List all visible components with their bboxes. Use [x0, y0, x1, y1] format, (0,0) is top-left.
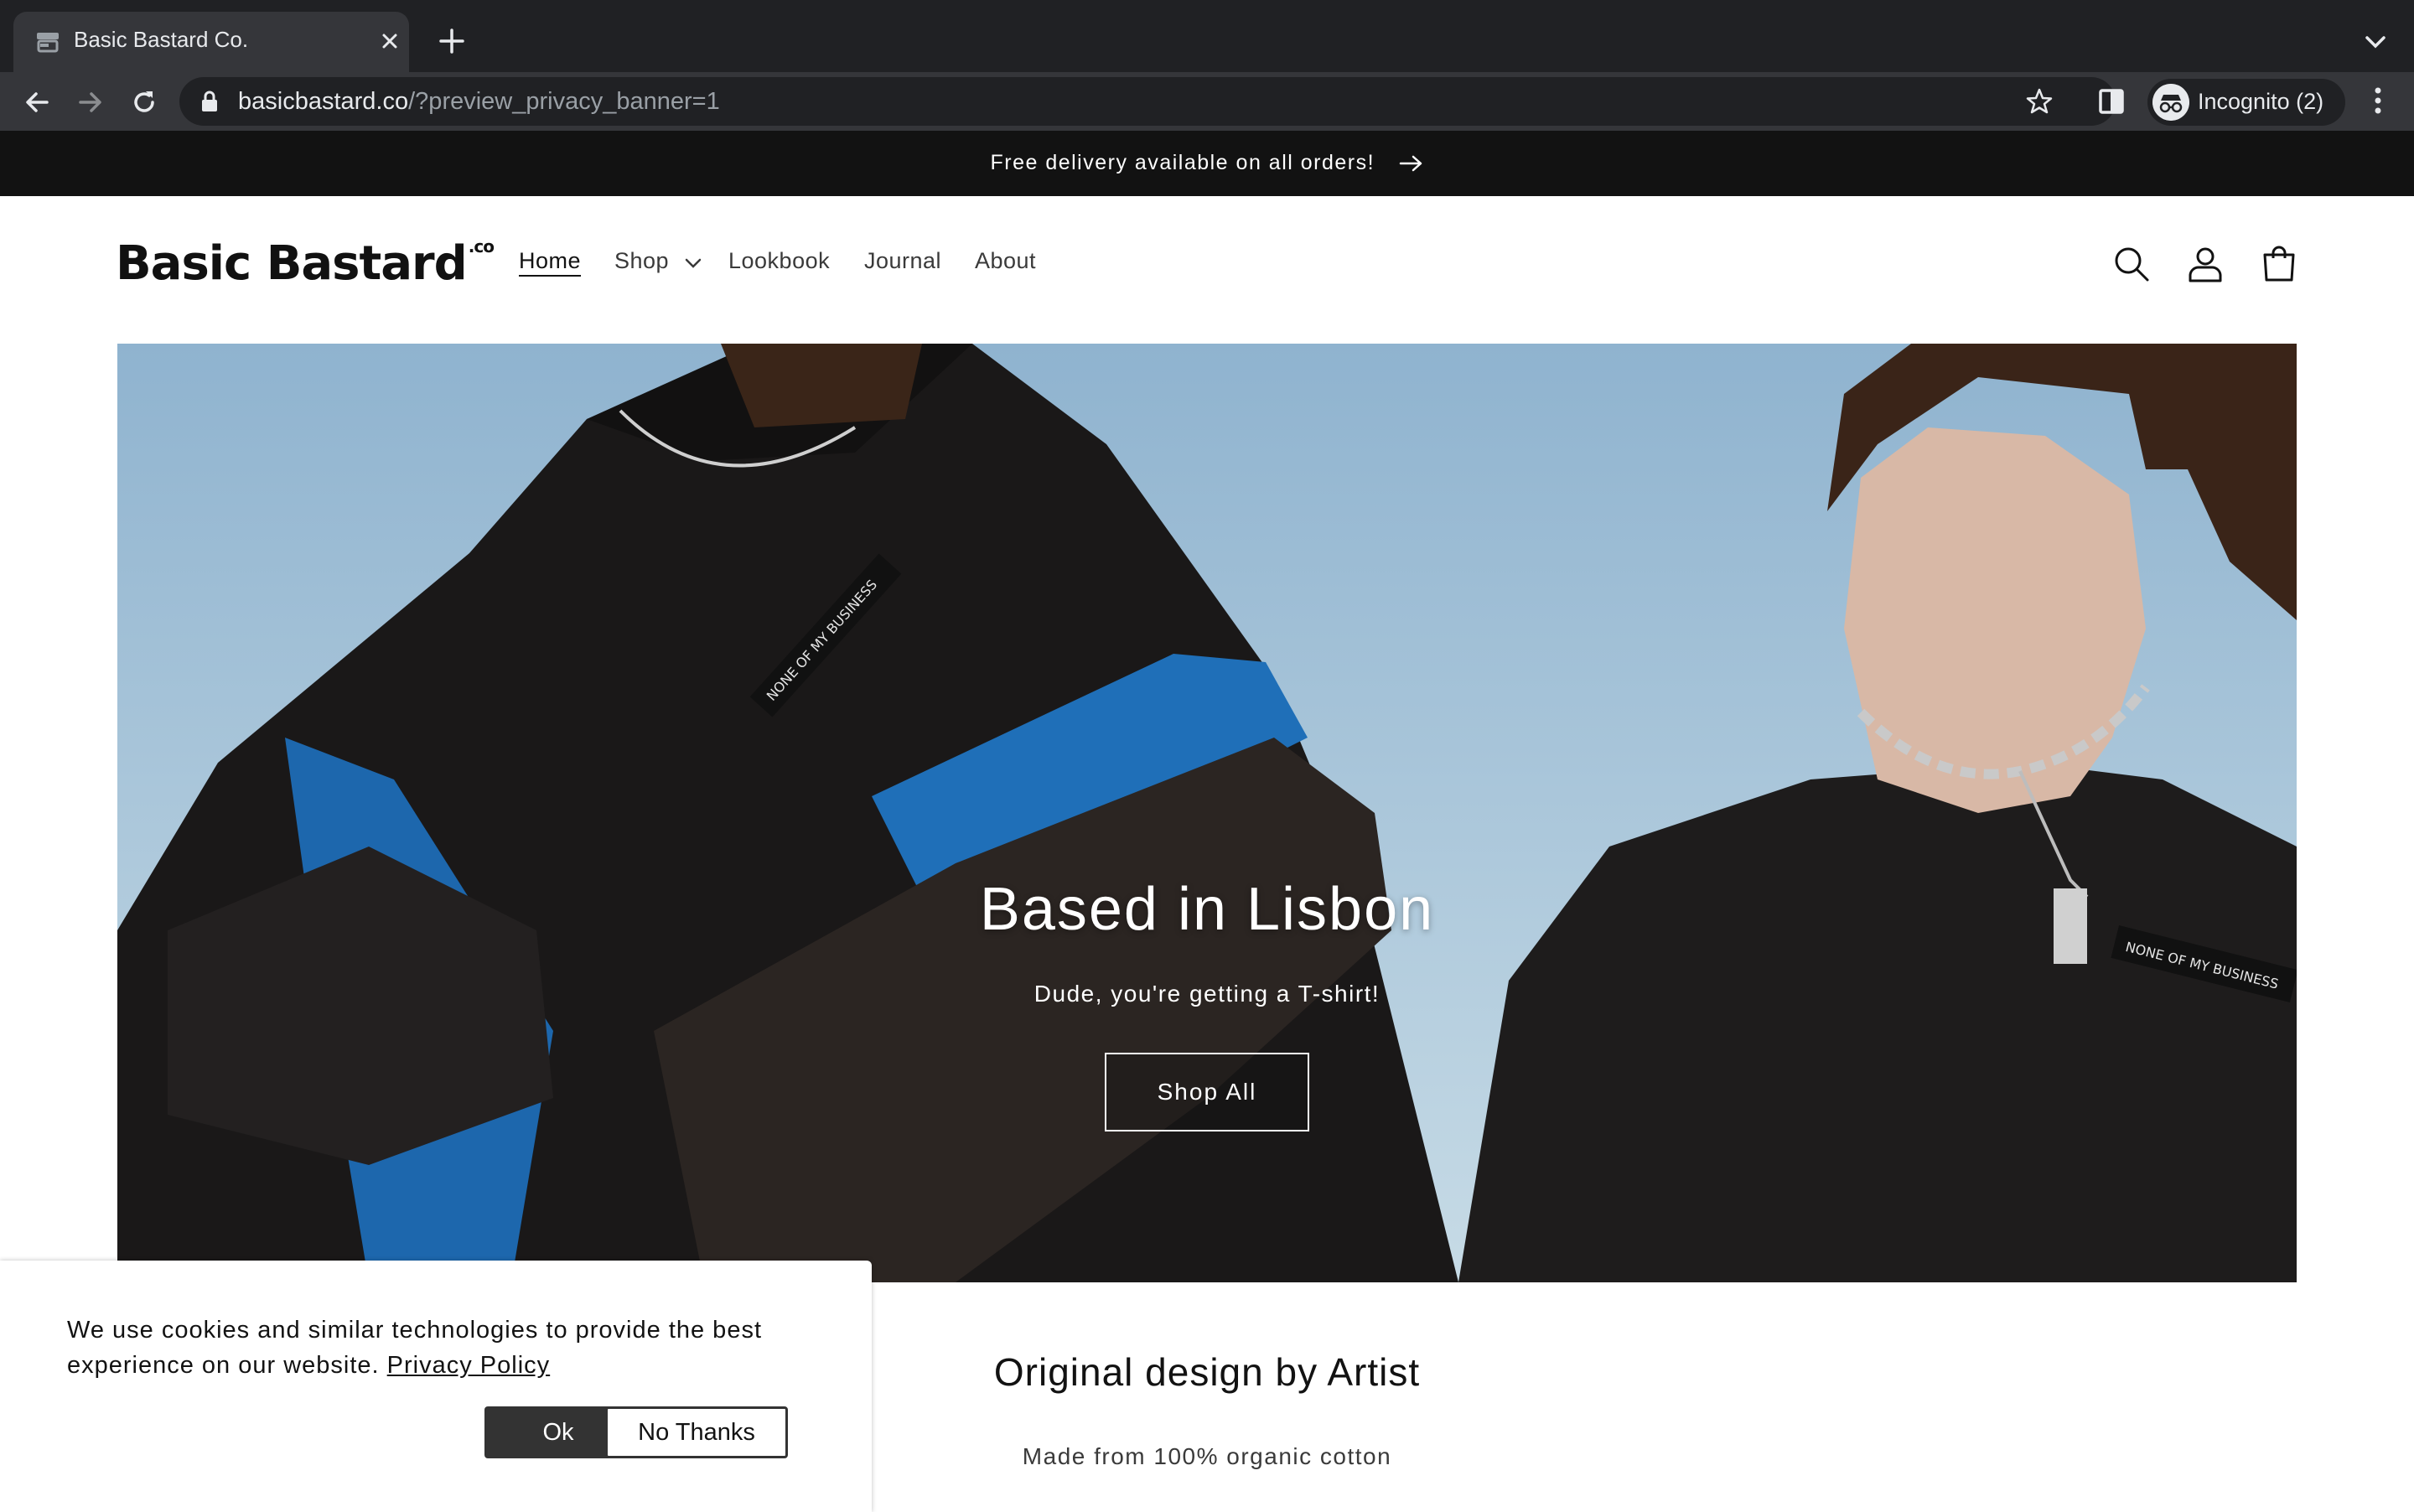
- cookie-message: We use cookies and similar technologies …: [67, 1317, 763, 1379]
- url-text: basicbastard.co/?preview_privacy_banner=…: [238, 88, 720, 115]
- chevron-down-icon: [685, 258, 702, 268]
- shop-all-button[interactable]: Shop All: [1105, 1053, 1309, 1131]
- bookmark-star-icon[interactable]: [2025, 87, 2054, 116]
- address-bar[interactable]: basicbastard.co/?preview_privacy_banner=…: [179, 77, 2116, 126]
- browser-tabstrip: Basic Bastard Co.: [0, 0, 2414, 72]
- nav-lookbook[interactable]: Lookbook: [728, 248, 830, 274]
- account-icon[interactable]: [2186, 245, 2225, 283]
- store-favicon-icon: [37, 33, 59, 53]
- nav-shop[interactable]: Shop: [614, 248, 702, 274]
- forward-icon[interactable]: [75, 87, 106, 117]
- search-icon[interactable]: [2112, 245, 2151, 283]
- browser-tab[interactable]: Basic Bastard Co.: [13, 12, 409, 72]
- privacy-policy-link[interactable]: Privacy Policy: [387, 1352, 551, 1379]
- reload-icon[interactable]: [129, 87, 159, 117]
- cookie-banner: We use cookies and similar technologies …: [0, 1261, 872, 1512]
- new-tab-icon[interactable]: [438, 27, 466, 55]
- close-tab-icon[interactable]: [377, 28, 402, 54]
- tab-title: Basic Bastard Co.: [74, 27, 249, 52]
- hero-image: NONE OF MY BUSINESS NONE OF MY BUSINESS: [117, 344, 2297, 1282]
- more-menu-icon[interactable]: [2365, 85, 2391, 116]
- hero-subheading: Dude, you're getting a T-shirt!: [1033, 981, 1381, 1007]
- arrow-right-icon: [1399, 155, 1422, 172]
- back-icon[interactable]: [22, 87, 52, 117]
- announcement-text[interactable]: Free delivery available on all orders!: [0, 151, 2414, 175]
- chevron-down-icon[interactable]: [2362, 28, 2389, 55]
- incognito-profile-button[interactable]: Incognito (2): [2147, 79, 2345, 126]
- nav-about[interactable]: About: [975, 248, 1036, 274]
- hero-banner: NONE OF MY BUSINESS NONE OF MY BUSINESS …: [117, 344, 2297, 1282]
- lock-icon[interactable]: [201, 91, 218, 112]
- nav-home[interactable]: Home: [519, 248, 581, 274]
- cookie-decline-button[interactable]: No Thanks: [605, 1406, 788, 1458]
- nav-journal[interactable]: Journal: [864, 248, 941, 274]
- incognito-icon: [2152, 84, 2189, 121]
- announcement-bar[interactable]: Free delivery available on all orders!: [0, 131, 2414, 196]
- cart-icon[interactable]: [2260, 245, 2298, 283]
- hero-heading: Based in Lisbon: [979, 876, 1435, 943]
- site-logo[interactable]: Basic Bastard .co: [116, 236, 495, 291]
- side-panel-icon[interactable]: [2097, 87, 2126, 116]
- profile-label: Incognito (2): [2198, 89, 2324, 114]
